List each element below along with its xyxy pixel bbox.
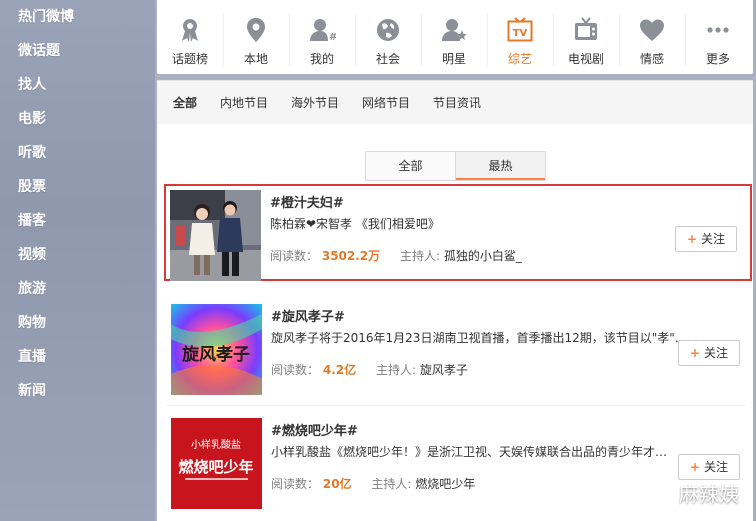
host-name[interactable]: 燃烧吧少年 [415, 477, 475, 491]
sidebar-item-hot-weibo[interactable]: 热门微博 [0, 0, 155, 34]
category-bar: 话题榜 本地 # 我的 社会 [157, 0, 753, 74]
topic-card[interactable]: 旋风孝子 #旋风孝子# 旋风孝子将于2016年1月23日湖南卫视首播，首季播出1… [167, 300, 753, 395]
sidebar-item-music[interactable]: 听歌 [0, 136, 155, 170]
category-more[interactable]: 更多 [685, 10, 751, 70]
sort-segment: 全部 最热 [365, 151, 546, 181]
user-hash-icon: # [310, 19, 336, 43]
category-variety-active[interactable]: TV 综艺 [487, 10, 553, 70]
sidebar-item-video[interactable]: 视频 [0, 238, 155, 272]
category-label: 话题榜 [171, 52, 208, 66]
topic-thumbnail[interactable]: 小样乳酸盐 燃烧吧少年 [171, 418, 262, 509]
host-label: 主持人: [375, 363, 416, 377]
svg-text:燃烧吧少年: 燃烧吧少年 [178, 458, 253, 476]
subnav-program-news[interactable]: 节目资讯 [433, 81, 481, 125]
subnav-bar: 全部 内地节目 海外节目 网络节目 节目资讯 [157, 80, 753, 125]
watermark-text: 麻辣姨 [679, 481, 739, 506]
plus-icon: + [689, 460, 701, 474]
read-count: 20亿 [322, 477, 352, 491]
category-emotion[interactable]: 情感 [619, 10, 685, 70]
topic-card[interactable]: #橙汁夫妇# 陈柏霖❤宋智孝 《我们相爱吧》 阅读数： 3502.2万 主持人:… [164, 184, 752, 281]
follow-label: 关注 [704, 460, 729, 474]
category-label: 电视剧 [567, 52, 604, 66]
sidebar-item-news[interactable]: 新闻 [0, 374, 155, 408]
category-tv-drama[interactable]: 电视剧 [553, 10, 619, 70]
heart-bubble-icon [640, 19, 664, 41]
category-label: 明星 [441, 52, 466, 66]
topic-meta: 阅读数： 4.2亿 主持人: 旋风孝子 [271, 361, 468, 378]
topic-meta: 阅读数： 20亿 主持人: 燃烧吧少年 [271, 475, 475, 492]
sidebar-item-podcast[interactable]: 播客 [0, 204, 155, 238]
sidebar-item-stocks[interactable]: 股票 [0, 170, 155, 204]
category-label: 本地 [243, 52, 268, 66]
category-label: 我的 [309, 52, 334, 66]
read-count-label: 阅读数： [270, 249, 319, 263]
host-name[interactable]: 孤独的小白鲨_ [444, 249, 522, 263]
follow-button[interactable]: + 关注 [678, 340, 740, 366]
location-pin-icon [247, 18, 265, 42]
topic-description: 小样乳酸盐《燃烧吧少年！》是浙江卫视、天娱传媒联合出品的青少年才… [271, 445, 668, 459]
category-label: 情感 [639, 52, 664, 66]
host-label: 主持人: [399, 249, 441, 263]
subnav-overseas[interactable]: 海外节目 [291, 81, 339, 125]
read-count: 3502.2万 [321, 249, 381, 263]
tv-set-icon [575, 17, 597, 40]
read-count-label: 阅读数： [271, 363, 320, 377]
host-label: 主持人: [371, 477, 412, 491]
wechat-icon [643, 484, 672, 506]
follow-label: 关注 [704, 346, 729, 360]
follow-button[interactable]: + 关注 [678, 454, 740, 480]
segment-hottest[interactable]: 最热 [456, 152, 545, 180]
category-label: 社会 [375, 52, 400, 66]
follow-button[interactable]: + 关注 [675, 226, 737, 252]
plus-icon: + [689, 346, 701, 360]
topic-meta: 阅读数： 3502.2万 主持人: 孤独的小白鲨_ [270, 247, 522, 264]
sidebar-nav: 热门微博 微话题 找人 电影 听歌 股票 播客 视频 旅游 购物 直播 新闻 [0, 0, 155, 408]
sidebar-item-shopping[interactable]: 购物 [0, 306, 155, 340]
tv-icon: TV [507, 17, 533, 42]
watermark: 麻辣姨 [643, 478, 739, 508]
sidebar-item-live[interactable]: 直播 [0, 340, 155, 374]
svg-text:旋风孝子: 旋风孝子 [181, 344, 250, 365]
topic-list-panel: 全部 最热 #橙汁夫妇# 陈柏霖❤宋智孝 《我们相爱吧》 阅读数： 3502.2… [157, 124, 753, 521]
sidebar-item-topics[interactable]: 微话题 [0, 34, 155, 68]
topic-title[interactable]: #燃烧吧少年# [271, 420, 358, 439]
sidebar-item-travel[interactable]: 旅游 [0, 272, 155, 306]
category-mine[interactable]: # 我的 [289, 10, 355, 70]
topic-thumbnail[interactable] [170, 190, 261, 281]
topic-description: 旋风孝子将于2016年1月23日湖南卫视首播，首季播出12期，该节目以"孝"… [271, 331, 687, 345]
category-local[interactable]: 本地 [223, 10, 289, 70]
topic-description: 陈柏霖❤宋智孝 《我们相爱吧》 [270, 217, 440, 231]
read-count-label: 阅读数： [271, 477, 320, 491]
follow-label: 关注 [701, 232, 726, 246]
main-panel: 话题榜 本地 # 我的 社会 [155, 0, 756, 521]
subnav-online[interactable]: 网络节目 [362, 81, 410, 125]
more-dots-icon [707, 27, 729, 33]
subnav-all[interactable]: 全部 [173, 81, 197, 125]
globe-icon [377, 19, 399, 41]
ribbon-medal-icon [182, 19, 198, 42]
category-stars[interactable]: 明星 [421, 10, 487, 70]
topic-title[interactable]: #橙汁夫妇# [270, 192, 344, 211]
host-name[interactable]: 旋风孝子 [420, 363, 468, 377]
svg-text:小样乳酸盐: 小样乳酸盐 [191, 438, 241, 451]
plus-icon: + [686, 232, 698, 246]
category-label: 更多 [705, 52, 730, 66]
subnav-mainland[interactable]: 内地节目 [220, 81, 268, 125]
category-label: 综艺 [507, 52, 532, 66]
sidebar: 热门微博 微话题 找人 电影 听歌 股票 播客 视频 旅游 购物 直播 新闻 [0, 0, 155, 521]
sidebar-item-movies[interactable]: 电影 [0, 102, 155, 136]
category-topic-rank[interactable]: 话题榜 [157, 10, 223, 70]
category-society[interactable]: 社会 [355, 10, 421, 70]
svg-text:TV: TV [513, 28, 528, 39]
user-star-icon [442, 19, 467, 41]
read-count: 4.2亿 [322, 363, 357, 377]
sidebar-item-find-people[interactable]: 找人 [0, 68, 155, 102]
topic-thumbnail[interactable]: 旋风孝子 [171, 304, 262, 395]
segment-all[interactable]: 全部 [366, 152, 455, 180]
topic-title[interactable]: #旋风孝子# [271, 306, 345, 325]
svg-text:#: # [329, 32, 336, 43]
